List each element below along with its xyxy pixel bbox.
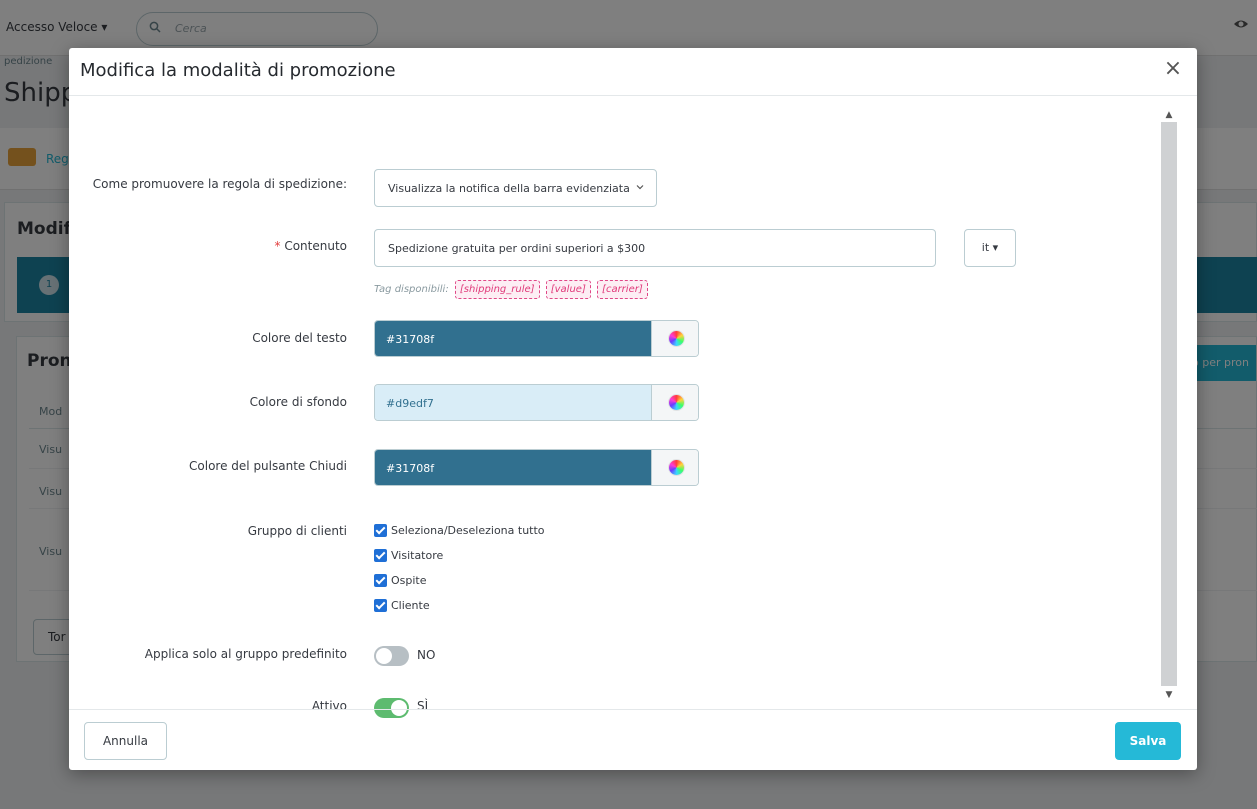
content-label-text: Contenuto: [284, 239, 347, 253]
bg-color-label: Colore di sfondo: [249, 395, 347, 409]
modal-title: Modifica la modalità di promozione: [80, 60, 396, 81]
default-group-toggle[interactable]: [374, 646, 409, 666]
close-icon[interactable]: ×: [1163, 58, 1183, 80]
text-color-field: #31708f: [374, 320, 699, 357]
language-dropdown[interactable]: it ▾: [964, 229, 1016, 267]
cancel-button[interactable]: Annulla: [84, 722, 167, 760]
checkbox-customer[interactable]: Cliente: [374, 598, 430, 614]
promote-select[interactable]: Visualizza la notifica della barra evide…: [374, 169, 657, 207]
modal-scrollbar[interactable]: ▲ ▼: [1161, 108, 1177, 700]
color-wheel-icon: [669, 331, 684, 346]
checkbox-label: Ospite: [391, 573, 427, 587]
modal-body: Come promuovere la regola di spedizione:…: [69, 96, 1197, 718]
checkbox-checked-icon[interactable]: [374, 573, 387, 587]
save-button[interactable]: Salva: [1115, 722, 1181, 760]
checkbox-label: Seleziona/Deseleziona tutto: [391, 523, 545, 537]
bg-color-field: #d9edf7: [374, 384, 699, 421]
available-tags: Tag disponibili: [shipping_rule] [value]…: [374, 280, 648, 300]
chevron-down-icon: [636, 181, 644, 190]
text-color-picker-button[interactable]: [651, 321, 698, 356]
checkbox-checked-icon[interactable]: [374, 598, 387, 612]
promote-label: Come promuovere la regola di spedizione:: [92, 177, 347, 191]
modal-footer: Annulla Salva: [69, 709, 1197, 770]
promotion-mode-modal: Modifica la modalità di promozione × Com…: [69, 48, 1197, 770]
content-input[interactable]: Spedizione gratuita per ordini superiori…: [374, 229, 936, 267]
scroll-up-icon[interactable]: ▲: [1164, 110, 1174, 120]
customer-groups-label: Gruppo di clienti: [247, 524, 347, 538]
checkbox-label: Visitatore: [391, 548, 444, 562]
close-color-label: Colore del pulsante Chiudi: [189, 459, 347, 473]
modal-header: Modifica la modalità di promozione ×: [69, 48, 1197, 96]
tags-label: Tag disponibili:: [374, 284, 449, 295]
required-marker: *: [274, 239, 285, 253]
checkbox-visitor[interactable]: Visitatore: [374, 548, 443, 564]
default-group-label: Applica solo al gruppo predefinito: [144, 647, 347, 661]
color-wheel-icon: [669, 460, 684, 475]
checkbox-checked-icon[interactable]: [374, 523, 387, 537]
text-color-input[interactable]: #31708f: [375, 321, 651, 356]
scroll-down-icon[interactable]: ▼: [1164, 690, 1174, 700]
checkbox-select-all[interactable]: Seleziona/Deseleziona tutto: [374, 523, 545, 539]
close-color-field: #31708f: [374, 449, 699, 486]
content-label: * Contenuto: [87, 238, 348, 255]
tag-shipping-rule[interactable]: [shipping_rule]: [454, 280, 540, 299]
bg-color-input[interactable]: #d9edf7: [375, 385, 651, 420]
scrollbar-thumb[interactable]: [1161, 122, 1177, 686]
default-group-state: NO: [417, 648, 436, 662]
text-color-label: Colore del testo: [252, 331, 347, 345]
tag-carrier[interactable]: [carrier]: [597, 280, 648, 299]
checkbox-checked-icon[interactable]: [374, 548, 387, 562]
checkbox-label: Cliente: [391, 598, 430, 612]
toggle-knob: [376, 648, 392, 664]
color-wheel-icon: [669, 395, 684, 410]
checkbox-guest[interactable]: Ospite: [374, 573, 427, 589]
tag-value[interactable]: [value]: [545, 280, 591, 299]
bg-color-picker-button[interactable]: [651, 385, 698, 420]
promote-select-value: Visualizza la notifica della barra evide…: [388, 182, 630, 195]
close-color-picker-button[interactable]: [651, 450, 698, 485]
close-color-input[interactable]: #31708f: [375, 450, 651, 485]
